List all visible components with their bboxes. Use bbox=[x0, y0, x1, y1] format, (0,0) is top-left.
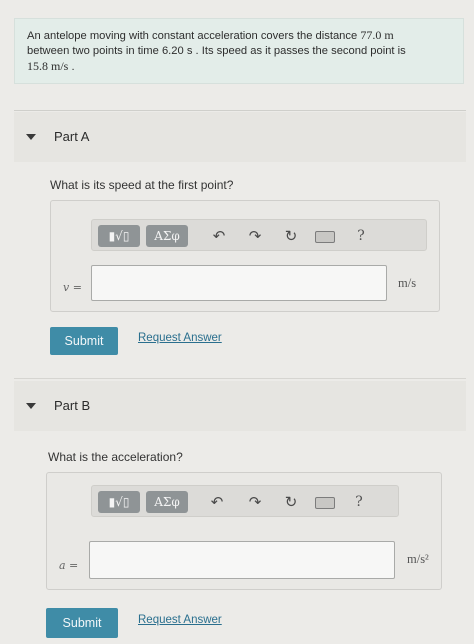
problem-text-2: between two points in time 6.20 s . Its … bbox=[27, 45, 406, 57]
redo-icon[interactable]: ↷ bbox=[244, 492, 266, 512]
templates-button[interactable]: ▮√▯ bbox=[98, 491, 140, 513]
part-a-variable-label: v = bbox=[63, 281, 82, 294]
part-a-answer-input[interactable] bbox=[91, 265, 387, 301]
part-a-toolbar: ▮√▯ ΑΣφ ↶ ↷ ↻ ? bbox=[91, 219, 427, 251]
part-a-question: What is its speed at the first point? bbox=[50, 178, 234, 192]
part-a-header[interactable]: Part A bbox=[14, 112, 466, 162]
part-a-submit-button[interactable]: Submit bbox=[50, 327, 118, 355]
distance-value: 77.0 m bbox=[360, 28, 394, 42]
part-b-toolbar: ▮√▯ ΑΣφ ↶ ↷ ↻ ? bbox=[91, 485, 399, 517]
redo-icon[interactable]: ↷ bbox=[244, 226, 266, 246]
part-b-submit-button[interactable]: Submit bbox=[46, 608, 118, 638]
divider bbox=[14, 110, 466, 111]
part-b-question: What is the acceleration? bbox=[48, 450, 183, 464]
divider bbox=[14, 378, 466, 379]
speed-value: 15.8 m/s bbox=[27, 59, 69, 73]
help-icon[interactable]: ? bbox=[350, 226, 372, 246]
problem-statement: An antelope moving with constant acceler… bbox=[14, 18, 464, 84]
collapse-triangle-icon[interactable] bbox=[26, 403, 36, 409]
reset-icon[interactable]: ↻ bbox=[280, 492, 302, 512]
problem-text-1: An antelope moving with constant acceler… bbox=[27, 30, 361, 42]
problem-text-3: . bbox=[68, 61, 75, 73]
part-b-variable-label: a = bbox=[59, 559, 79, 572]
part-b-request-answer-link[interactable]: Request Answer bbox=[138, 614, 222, 626]
keyboard-icon[interactable] bbox=[314, 226, 336, 246]
part-a-title: Part A bbox=[54, 129, 90, 144]
symbols-button[interactable]: ΑΣφ bbox=[146, 491, 188, 513]
part-a-unit: m/s bbox=[398, 276, 417, 290]
symbols-button[interactable]: ΑΣφ bbox=[146, 225, 188, 247]
part-b-header[interactable]: Part B bbox=[14, 381, 466, 431]
part-b-answer-box: ▮√▯ ΑΣφ ↶ ↷ ↻ ? a = m/s² bbox=[46, 472, 442, 590]
templates-button[interactable]: ▮√▯ bbox=[98, 225, 140, 247]
part-b-unit: m/s² bbox=[407, 552, 429, 566]
part-b-answer-input[interactable] bbox=[89, 541, 395, 579]
keyboard-icon[interactable] bbox=[314, 492, 336, 512]
part-a-answer-box: ▮√▯ ΑΣφ ↶ ↷ ↻ ? v = m/s bbox=[50, 200, 440, 312]
part-a-request-answer-link[interactable]: Request Answer bbox=[138, 332, 222, 344]
undo-icon[interactable]: ↶ bbox=[208, 226, 230, 246]
undo-icon[interactable]: ↶ bbox=[206, 492, 228, 512]
help-icon[interactable]: ? bbox=[348, 492, 370, 512]
collapse-triangle-icon[interactable] bbox=[26, 134, 36, 140]
reset-icon[interactable]: ↻ bbox=[280, 226, 302, 246]
part-b-title: Part B bbox=[54, 398, 91, 413]
